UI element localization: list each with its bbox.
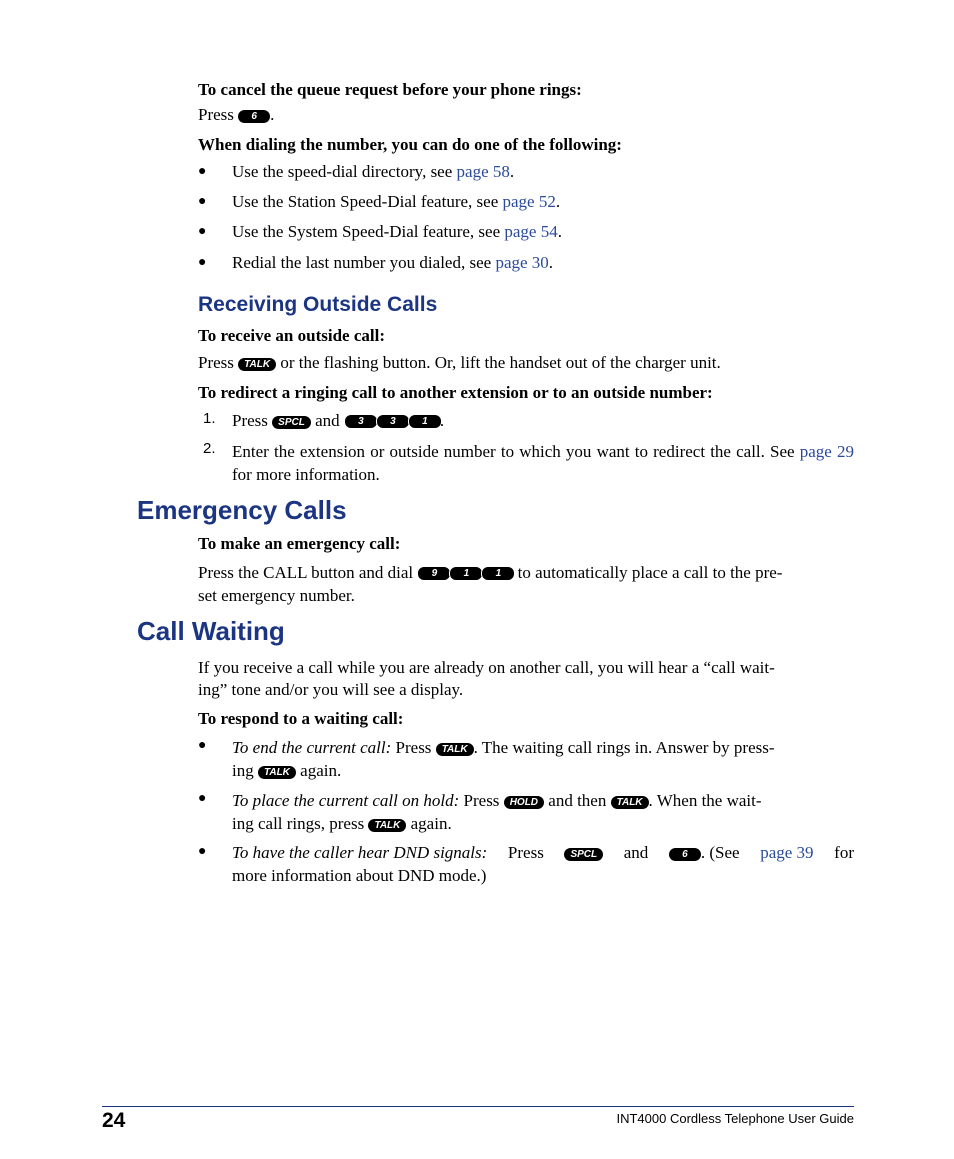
section-title-receiving: Receiving Outside Calls xyxy=(198,293,438,316)
spcl-key-icon: SPCL xyxy=(564,848,604,861)
bullet-icon: ● xyxy=(198,791,207,806)
footer-divider xyxy=(102,1106,854,1107)
key-9-icon: 9 xyxy=(417,566,452,581)
talk-key-icon: TALK xyxy=(435,743,474,756)
instruction-text: Press the CALL button and dial xyxy=(198,563,414,582)
period: . xyxy=(548,253,554,272)
item-text: Redial the last number you dialed, see xyxy=(232,253,496,272)
section-title-emergency: Emergency Calls xyxy=(137,495,347,525)
page-link[interactable]: page 52 xyxy=(503,192,556,211)
emergency-heading: To make an emergency call: xyxy=(198,534,401,553)
bullet-icon: ● xyxy=(198,255,207,270)
instruction-text: set emergency number. xyxy=(198,586,355,605)
key-sequence-331: 331 xyxy=(343,410,442,430)
receive-instruction: Press TALK or the flashing button. Or, l… xyxy=(198,353,721,373)
page-number: 24 xyxy=(102,1109,126,1132)
redirect-heading: To redirect a ringing call to another ex… xyxy=(198,383,713,402)
key-3-icon: 3 xyxy=(375,414,410,429)
item-text: again. xyxy=(410,814,452,833)
step-1: Press SPCL and 331. xyxy=(232,410,444,431)
list-item: To place the current call on hold: Press… xyxy=(232,789,854,835)
bullet-icon: ● xyxy=(198,738,207,753)
item-text: Use the Station Speed-Dial feature, see xyxy=(232,192,503,211)
talk-key-icon: TALK xyxy=(368,819,407,832)
item-text: . The waiting call rings in. Answer by p… xyxy=(473,738,775,757)
and-text: and xyxy=(315,411,340,430)
page-link[interactable]: page 39 xyxy=(760,841,813,864)
key-1-icon: 1 xyxy=(407,414,442,429)
step-2: Enter the extension or outside number to… xyxy=(232,440,854,486)
instruction-text: or the flashing button. Or, lift the han… xyxy=(280,353,721,372)
step-text: Enter the extension or outside number to… xyxy=(232,442,795,461)
bullet-icon: ● xyxy=(198,844,207,859)
period: . xyxy=(555,192,561,211)
talk-key-icon: TALK xyxy=(238,358,277,371)
talk-key-icon: TALK xyxy=(257,766,296,779)
cancel-queue-heading: To cancel the queue request before your … xyxy=(198,80,582,99)
item-lead: To place the current call on hold: xyxy=(232,791,460,810)
bullet-icon: ● xyxy=(198,164,207,179)
item-text: again. xyxy=(300,761,342,780)
instruction-text: to automatically place a call to the pre… xyxy=(517,563,783,582)
item-lead: To end the current call: xyxy=(232,738,392,757)
section-title-call-waiting: Call Waiting xyxy=(137,616,285,646)
item-text: and then xyxy=(548,791,607,810)
item-text: Use the speed-dial directory, see xyxy=(232,162,457,181)
press-text: Press xyxy=(198,353,234,372)
press-text: Press xyxy=(232,411,268,430)
bullet-icon: ● xyxy=(198,194,207,209)
hold-key-icon: HOLD xyxy=(503,796,545,809)
page-link[interactable]: page 58 xyxy=(457,162,510,181)
item-text: more information about DND mode.) xyxy=(232,866,487,885)
page-link[interactable]: page 54 xyxy=(504,222,557,241)
page-link[interactable]: page 30 xyxy=(495,253,548,272)
period: . xyxy=(270,105,275,124)
step-number: 1. xyxy=(203,410,216,427)
press-text: Press xyxy=(507,843,544,862)
press-text: Press xyxy=(395,738,432,757)
period: . xyxy=(509,162,515,181)
receive-heading: To receive an outside call: xyxy=(198,326,385,345)
list-item: Redial the last number you dialed, see p… xyxy=(232,253,553,273)
step-number: 2. xyxy=(203,440,216,457)
key-1-icon: 1 xyxy=(481,566,516,581)
guide-title: INT4000 Cordless Telephone User Guide xyxy=(616,1111,854,1126)
list-item: To end the current call: Press TALK. The… xyxy=(232,736,854,782)
key-6-icon: 6 xyxy=(238,110,271,123)
key-sequence-911: 911 xyxy=(417,560,516,583)
item-text: . (See xyxy=(700,843,740,862)
key-3-icon: 3 xyxy=(343,414,378,429)
item-text: Use the System Speed-Dial feature, see xyxy=(232,222,505,241)
emergency-instruction: Press the CALL button and dial 911 to au… xyxy=(198,560,854,607)
page-link[interactable]: page 29 xyxy=(800,442,854,461)
key-6-icon: 6 xyxy=(668,848,701,861)
and-text: and xyxy=(623,843,649,862)
intro-text: If you receive a call while you are alre… xyxy=(198,658,775,677)
step-text: for more information. xyxy=(232,465,380,484)
item-text: for xyxy=(834,843,854,862)
item-lead: To have the caller hear DND signals: xyxy=(232,843,488,862)
cancel-queue-instruction: Press 6. xyxy=(198,105,274,125)
item-text: . When the wait- xyxy=(648,791,762,810)
item-text: ing xyxy=(232,761,254,780)
spcl-key-icon: SPCL xyxy=(272,416,311,429)
bullet-icon: ● xyxy=(198,224,207,239)
period: . xyxy=(557,222,562,241)
press-text: Press xyxy=(198,105,234,124)
call-waiting-intro: If you receive a call while you are alre… xyxy=(198,657,854,701)
list-item: Use the speed-dial directory, see page 5… xyxy=(232,162,514,182)
talk-key-icon: TALK xyxy=(610,796,649,809)
period: . xyxy=(439,411,445,430)
dialing-heading: When dialing the number, you can do one … xyxy=(198,135,622,154)
intro-text: ing” tone and/or you will see a display. xyxy=(198,680,464,699)
respond-heading: To respond to a waiting call: xyxy=(198,709,404,728)
list-item: To have the caller hear DND signals: Pre… xyxy=(232,841,854,887)
press-text: Press xyxy=(463,791,500,810)
item-text: ing call rings, press xyxy=(232,814,365,833)
list-item: Use the System Speed-Dial feature, see p… xyxy=(232,222,562,242)
key-1-icon: 1 xyxy=(449,566,484,581)
list-item: Use the Station Speed-Dial feature, see … xyxy=(232,192,560,212)
